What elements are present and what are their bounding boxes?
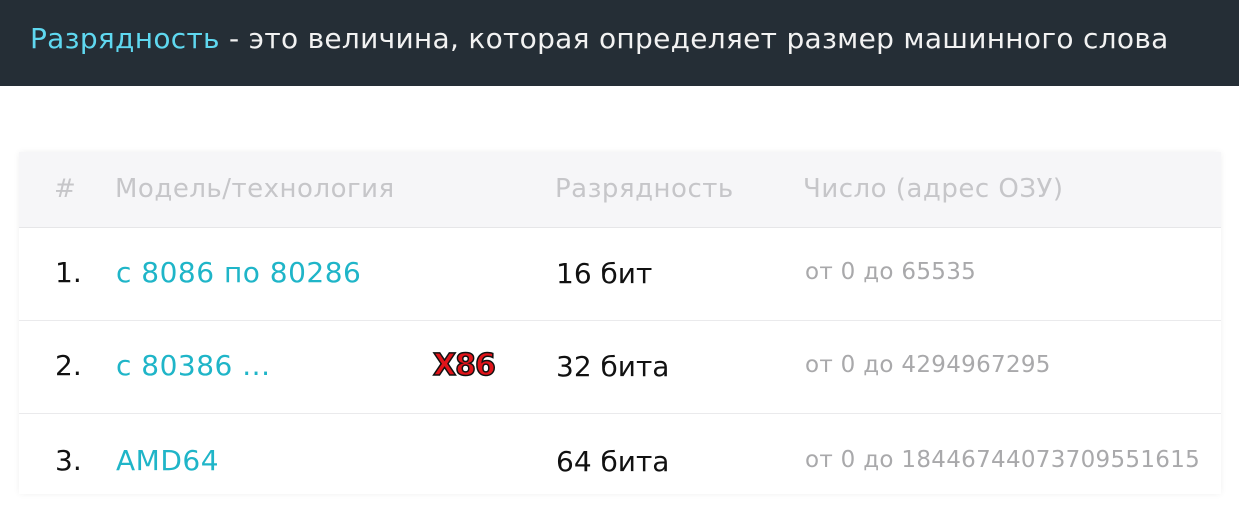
header-highlight-term: Разрядность	[30, 22, 220, 55]
bitness-value: 32 бита	[556, 350, 670, 383]
column-header-bitness: Разрядность	[555, 174, 734, 204]
header-definition: - это величина, которая определяет разме…	[219, 22, 1169, 55]
row-number: 3.	[55, 444, 82, 477]
address-range: от 0 до 4294967295	[805, 352, 1051, 378]
header-title: Разрядность - это величина, которая опре…	[30, 20, 1169, 58]
model-link[interactable]: с 8086 по 80286	[116, 256, 361, 289]
table-row: 1. с 8086 по 80286 16 бит от 0 до 65535	[19, 228, 1221, 321]
bitness-value: 64 бита	[556, 445, 670, 478]
row-number: 2.	[55, 349, 82, 382]
address-range: от 0 до 18446744073709551615	[805, 447, 1201, 473]
column-header-model: Модель/технология	[115, 174, 395, 204]
header-bar: Разрядность - это величина, которая опре…	[0, 0, 1239, 86]
table-header-row: # Модель/технология Разрядность Число (а…	[19, 152, 1221, 228]
column-header-number: #	[54, 174, 77, 204]
row-number: 1.	[55, 256, 82, 289]
x86-badge: X86	[432, 347, 496, 384]
bitness-table: # Модель/технология Разрядность Число (а…	[19, 152, 1221, 494]
model-link[interactable]: AMD64	[116, 444, 219, 477]
bitness-value: 16 бит	[556, 257, 653, 290]
model-link[interactable]: с 80386 ...	[116, 349, 270, 382]
column-header-address: Число (адрес ОЗУ)	[803, 174, 1064, 204]
table-row: 2. с 80386 ... X86 32 бита от 0 до 42949…	[19, 321, 1221, 414]
table-row: 3. AMD64 64 бита от 0 до 184467440737095…	[19, 414, 1221, 506]
address-range: от 0 до 65535	[805, 259, 977, 285]
